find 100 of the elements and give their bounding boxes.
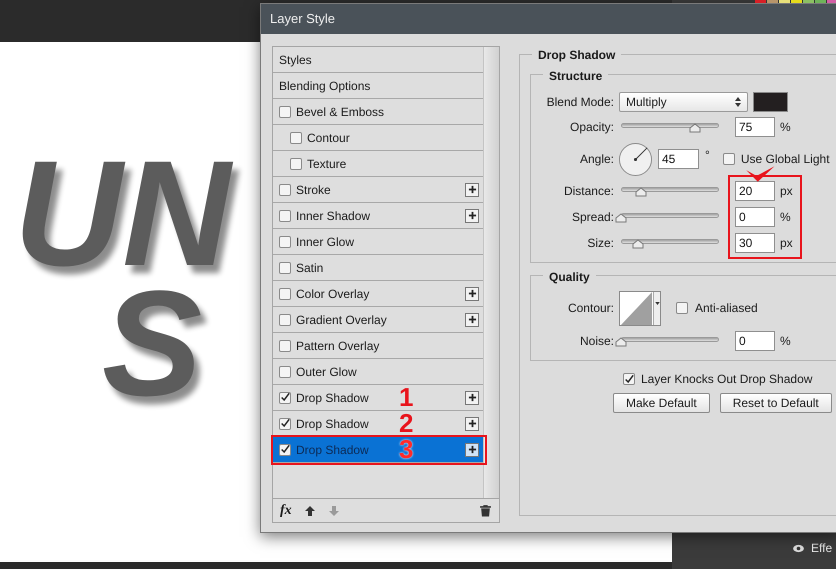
checkbox[interactable]: [279, 392, 291, 404]
style-item[interactable]: Outer Glow: [273, 359, 483, 385]
unit-label: %: [780, 209, 791, 226]
style-label: Satin: [296, 260, 324, 276]
color-swatch[interactable]: [767, 0, 778, 3]
field-label: Blend Mode:: [546, 94, 614, 111]
field-label: Contour:: [566, 300, 614, 317]
field-label: Distance:: [562, 183, 614, 200]
contour-picker[interactable]: [619, 290, 661, 326]
number-field[interactable]: 0: [735, 207, 775, 227]
blend-mode-select[interactable]: Multiply: [619, 92, 748, 112]
style-label: Pattern Overlay: [296, 338, 380, 354]
style-label: Color Overlay: [296, 286, 370, 302]
number-field[interactable]: 20: [735, 181, 775, 201]
add-button[interactable]: [465, 442, 479, 456]
add-button[interactable]: [465, 416, 479, 430]
checkbox[interactable]: [623, 373, 635, 385]
style-label: Drop Shadow: [296, 390, 369, 406]
color-swatch[interactable]: [753, 92, 788, 112]
style-item[interactable]: Texture: [273, 151, 483, 177]
checkbox[interactable]: [279, 314, 291, 326]
checkbox[interactable]: [279, 444, 291, 456]
color-swatch[interactable]: [779, 0, 790, 3]
unit-label: %: [780, 333, 791, 350]
color-swatch[interactable]: [803, 0, 814, 3]
color-swatch[interactable]: [827, 0, 836, 3]
window-title: Layer Style: [270, 10, 336, 28]
unit-label: px: [780, 235, 793, 252]
style-label: Blending Options: [279, 78, 370, 94]
checkbox-label: Anti-aliased: [695, 300, 758, 317]
checkbox[interactable]: [279, 262, 291, 274]
style-label: Stroke: [296, 182, 331, 198]
eye-icon[interactable]: [792, 544, 805, 552]
field-label: Opacity:: [568, 119, 614, 136]
checkbox[interactable]: [279, 340, 291, 352]
checkbox[interactable]: [279, 236, 291, 248]
checkbox[interactable]: [279, 106, 291, 118]
color-swatch[interactable]: [815, 0, 826, 3]
checkbox[interactable]: [722, 153, 735, 165]
caret-icon: [654, 302, 660, 304]
style-label: Styles: [279, 52, 312, 68]
style-label: Drop Shadow: [296, 416, 369, 432]
canvas-text: S: [102, 278, 202, 408]
checkbox[interactable]: [279, 418, 291, 430]
unit-label: °: [705, 147, 710, 164]
style-item[interactable]: Blending Options: [273, 73, 483, 99]
style-label: Outer Glow: [296, 364, 357, 380]
style-label: Gradient Overlay: [296, 312, 387, 328]
add-button[interactable]: [465, 182, 479, 196]
style-label: Contour: [307, 130, 350, 146]
dialog-button[interactable]: Reset to Default: [720, 393, 832, 413]
trash-icon[interactable]: [479, 504, 492, 517]
checkbox[interactable]: [279, 184, 291, 196]
number-field[interactable]: 75: [735, 117, 775, 137]
style-label: Drop Shadow: [296, 442, 369, 458]
number-field[interactable]: 45: [658, 149, 699, 169]
field-label: Spread:: [570, 209, 614, 226]
unit-label: px: [780, 183, 793, 200]
checkbox[interactable]: [290, 158, 302, 170]
color-swatch[interactable]: [791, 0, 802, 3]
checkbox-label: Use Global Light: [740, 151, 830, 168]
fx-button[interactable]: fx: [280, 500, 292, 521]
up-arrow-icon[interactable]: [304, 504, 316, 516]
style-item[interactable]: Bevel & Emboss: [273, 99, 483, 125]
style-item[interactable]: Styles: [273, 47, 483, 73]
angle-dial[interactable]: [618, 142, 653, 176]
style-label: Texture: [307, 156, 346, 172]
style-item[interactable]: Inner Glow: [273, 229, 483, 255]
checkbox[interactable]: [279, 366, 291, 378]
add-button[interactable]: [465, 312, 479, 326]
style-label: Bevel & Emboss: [296, 104, 384, 120]
style-item[interactable]: Stroke: [273, 177, 483, 203]
add-button[interactable]: [465, 390, 479, 404]
field-label: Angle:: [578, 151, 614, 168]
checkbox[interactable]: [279, 210, 291, 222]
checkbox[interactable]: [290, 132, 302, 144]
number-field[interactable]: 0: [735, 331, 775, 351]
add-button[interactable]: [465, 286, 479, 300]
number-field[interactable]: 30: [735, 233, 775, 253]
checkbox-label: Layer Knocks Out Drop Shadow: [641, 371, 812, 388]
canvas-text: UN: [14, 148, 231, 278]
updown-icon: [735, 97, 741, 107]
contour-curve-icon: [620, 292, 653, 324]
style-item[interactable]: Drop Shadow 1: [273, 385, 483, 411]
checkbox[interactable]: [676, 302, 688, 314]
style-item[interactable]: Inner Shadow: [273, 203, 483, 229]
style-item[interactable]: Satin: [273, 255, 483, 281]
style-item[interactable]: Pattern Overlay: [273, 333, 483, 359]
checkbox[interactable]: [279, 288, 291, 300]
style-label: Inner Glow: [296, 234, 354, 250]
style-item[interactable]: Contour: [273, 125, 483, 151]
dialog-button[interactable]: Make Default: [613, 393, 710, 413]
add-button[interactable]: [465, 208, 479, 222]
field-label: Noise:: [578, 333, 614, 350]
field-label: Size:: [586, 235, 614, 252]
color-swatch[interactable]: [755, 0, 766, 3]
style-item[interactable]: Color Overlay: [273, 281, 483, 307]
layer-label: Effe: [811, 540, 832, 557]
unit-label: %: [780, 119, 791, 136]
style-item[interactable]: Gradient Overlay: [273, 307, 483, 333]
